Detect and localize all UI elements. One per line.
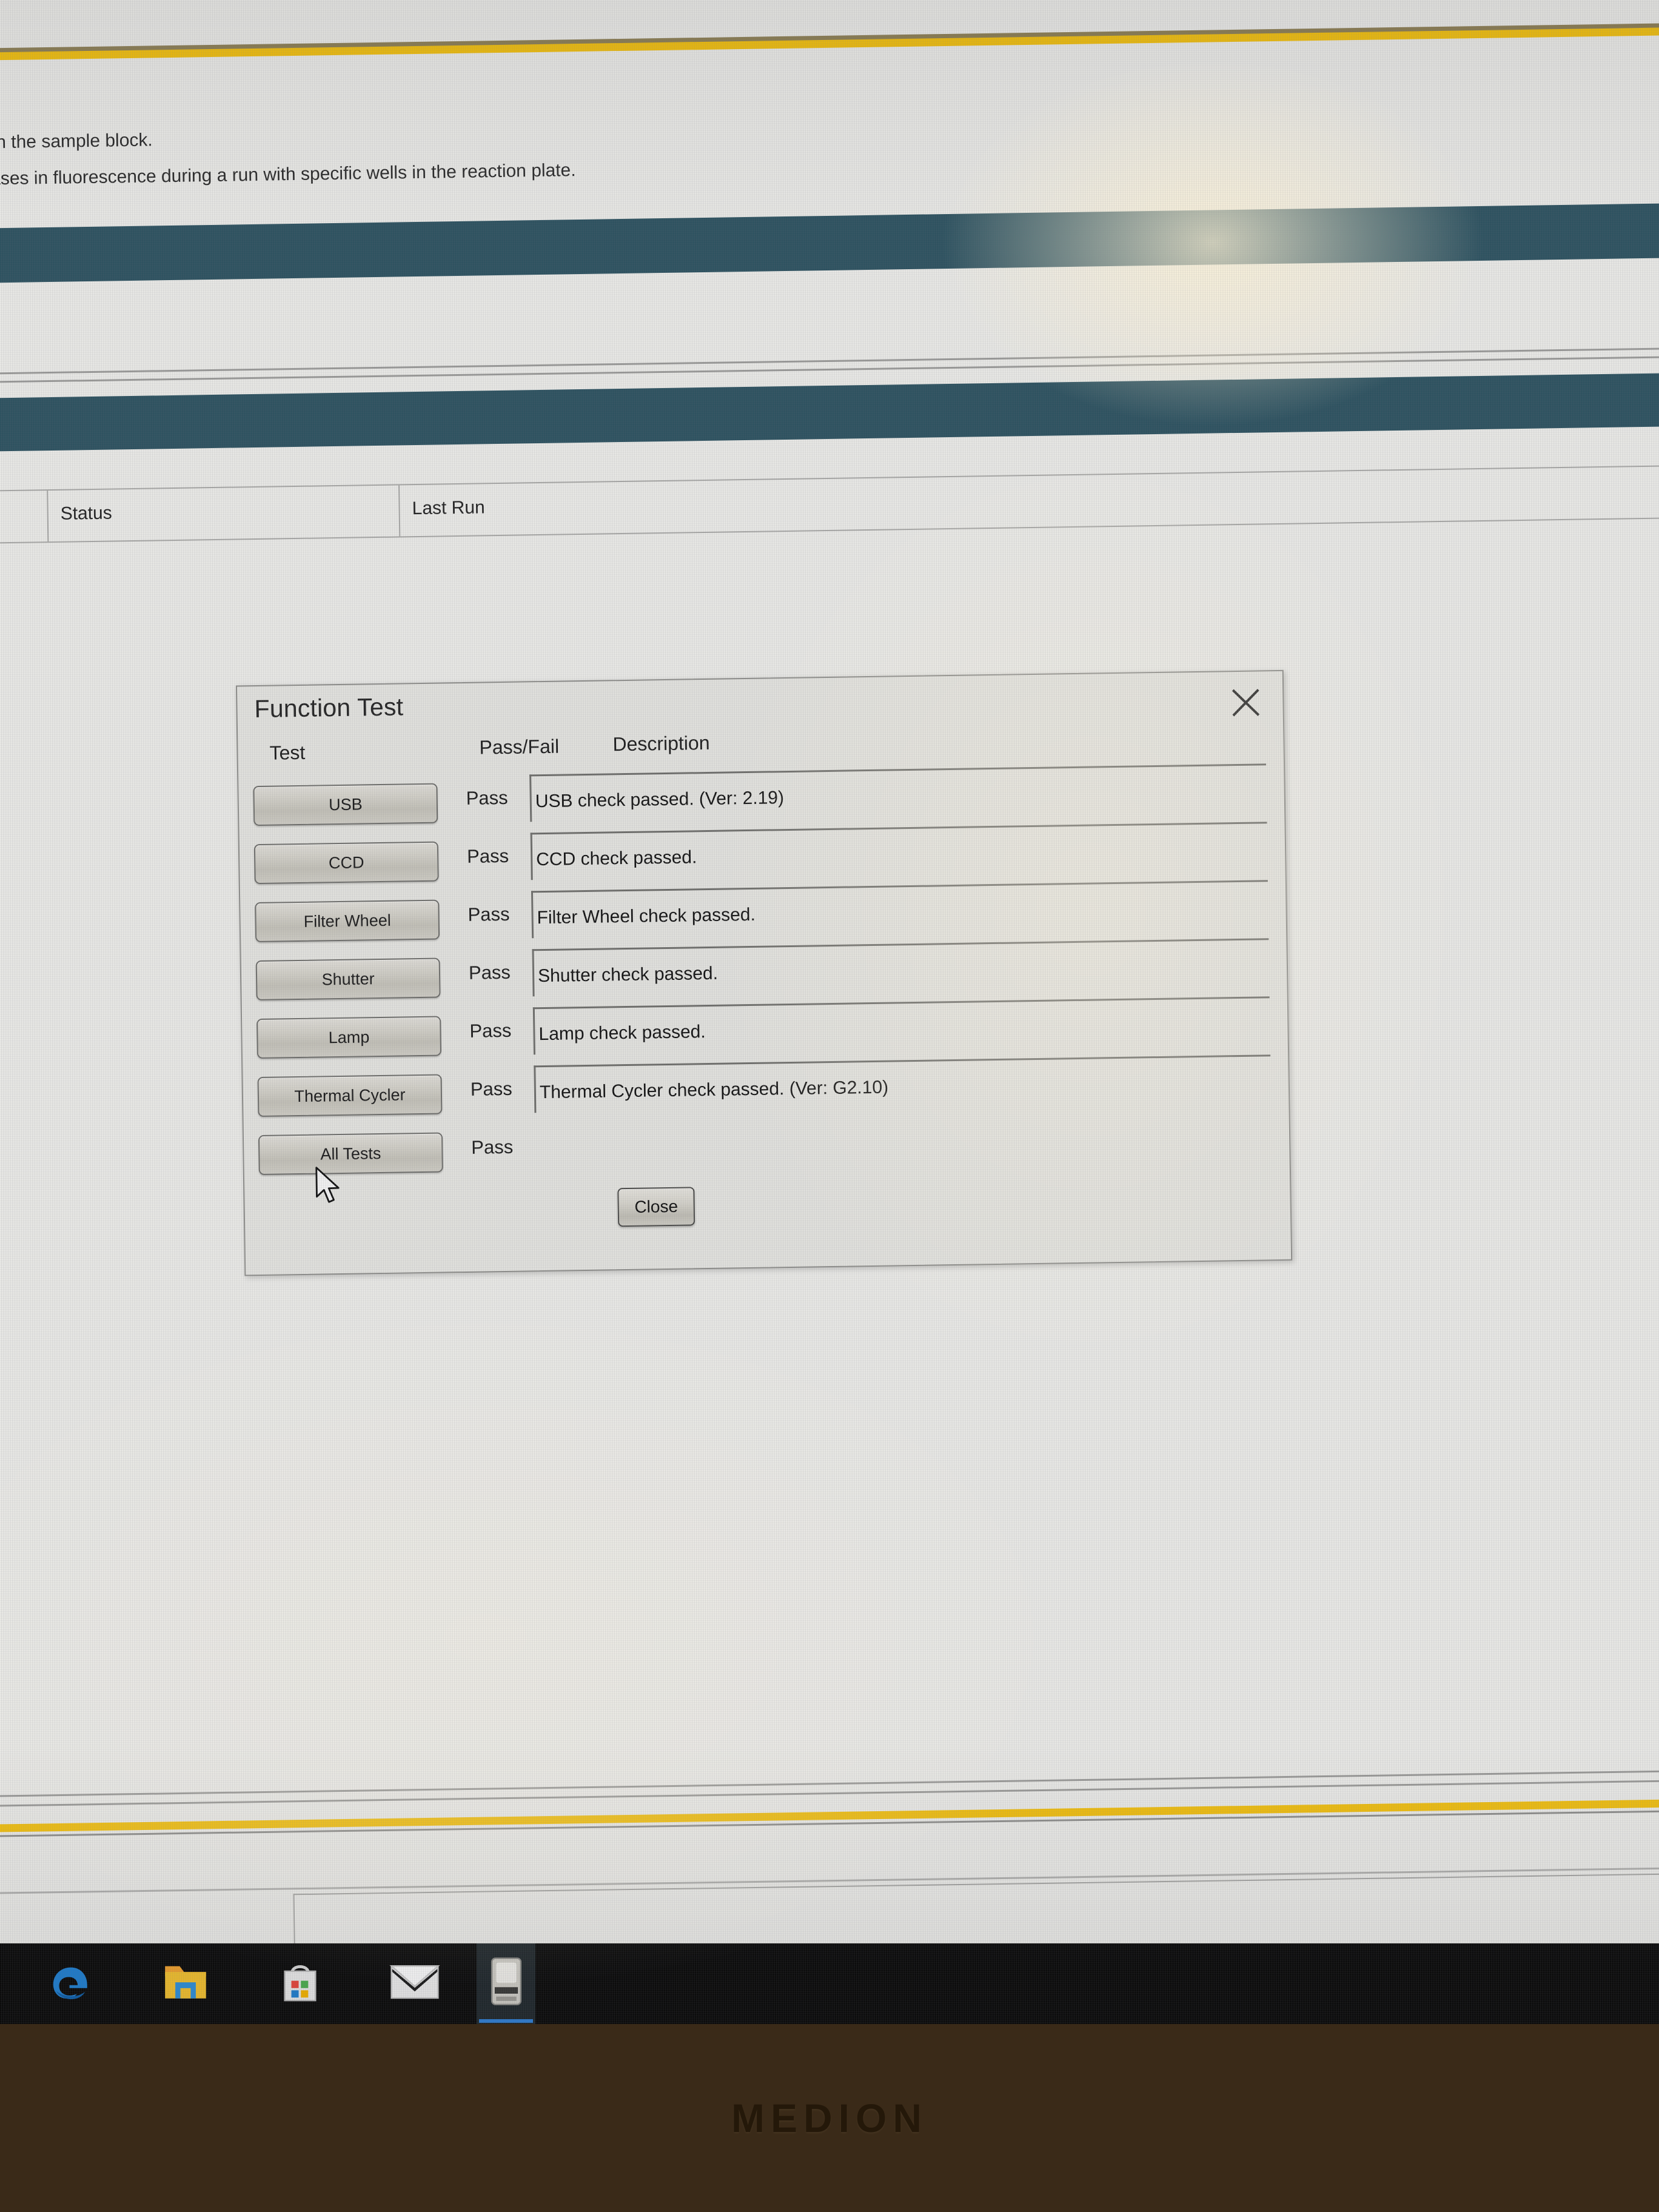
- result-label: Pass: [468, 961, 511, 984]
- results-table-header: Status Last Run: [0, 464, 1659, 545]
- taskbar-item-file-explorer[interactable]: [156, 1943, 215, 2024]
- test-button-thermal-cycler[interactable]: Thermal Cycler: [257, 1074, 443, 1118]
- result-label: Pass: [468, 903, 510, 925]
- test-button-lamp[interactable]: Lamp: [256, 1016, 442, 1059]
- mail-icon: [389, 1962, 440, 2005]
- header-cell-separator: [398, 485, 401, 537]
- close-x-icon[interactable]: [1228, 685, 1264, 720]
- taskbar-item-edge[interactable]: [41, 1943, 100, 2024]
- windows-taskbar: [0, 1943, 1659, 2024]
- column-header-description: Description: [612, 731, 710, 756]
- file-explorer-icon: [162, 1960, 209, 2006]
- result-label: Pass: [471, 1136, 514, 1158]
- taskbar-item-mail[interactable]: [385, 1943, 444, 2024]
- description-field[interactable]: [534, 1054, 1272, 1113]
- test-button-usb[interactable]: USB: [253, 783, 438, 826]
- edge-icon: [47, 1957, 95, 2008]
- microsoft-store-icon: [279, 1957, 321, 2008]
- header-cell-separator: [47, 491, 49, 542]
- top-accent-rule: [0, 27, 1659, 61]
- help-text-line-1: ls in the sample block.: [0, 130, 153, 153]
- close-button[interactable]: Close: [617, 1187, 695, 1227]
- column-header-status: Status: [60, 503, 112, 524]
- instrument-app-icon: [488, 1955, 525, 2010]
- test-button-all-tests[interactable]: All Tests: [258, 1132, 443, 1176]
- monitor-brand-logo: MEDION: [731, 2096, 928, 2140]
- description-field[interactable]: [529, 763, 1267, 822]
- mouse-cursor: [315, 1166, 344, 1210]
- test-button-filter-wheel[interactable]: Filter Wheel: [255, 899, 440, 943]
- monitor-screen: ls in the sample block. reases in fluore…: [0, 0, 1659, 2024]
- taskbar-item-microsoft-store[interactable]: [270, 1943, 329, 2024]
- description-field[interactable]: [532, 996, 1270, 1055]
- monitor-photo: MEDION ls in the sample block. reases in…: [0, 0, 1659, 2212]
- column-header-test: Test: [269, 741, 306, 764]
- test-button-shutter[interactable]: Shutter: [255, 957, 441, 1001]
- column-header-pass-fail: Pass/Fail: [479, 735, 560, 759]
- test-button-ccd[interactable]: CCD: [253, 841, 439, 885]
- function-test-dialog: Function Test Test Pass/Fail Description…: [235, 669, 1293, 1276]
- description-field[interactable]: [531, 880, 1269, 939]
- column-header-last-run: Last Run: [412, 497, 485, 519]
- result-label: Pass: [466, 845, 509, 867]
- description-field[interactable]: [532, 938, 1270, 997]
- result-label: Pass: [469, 1019, 512, 1042]
- ribbon-band-upper: [0, 203, 1659, 284]
- dialog-title: Function Test: [254, 692, 404, 723]
- result-label: Pass: [470, 1078, 513, 1100]
- taskbar-item-instrument-app[interactable]: [477, 1943, 535, 2024]
- description-field[interactable]: [530, 822, 1268, 880]
- application-window: ls in the sample block. reases in fluore…: [0, 0, 1659, 2024]
- result-label: Pass: [466, 786, 508, 809]
- ribbon-band-lower: [0, 372, 1659, 452]
- help-text-line-2: reases in fluorescence during a run with…: [0, 160, 576, 189]
